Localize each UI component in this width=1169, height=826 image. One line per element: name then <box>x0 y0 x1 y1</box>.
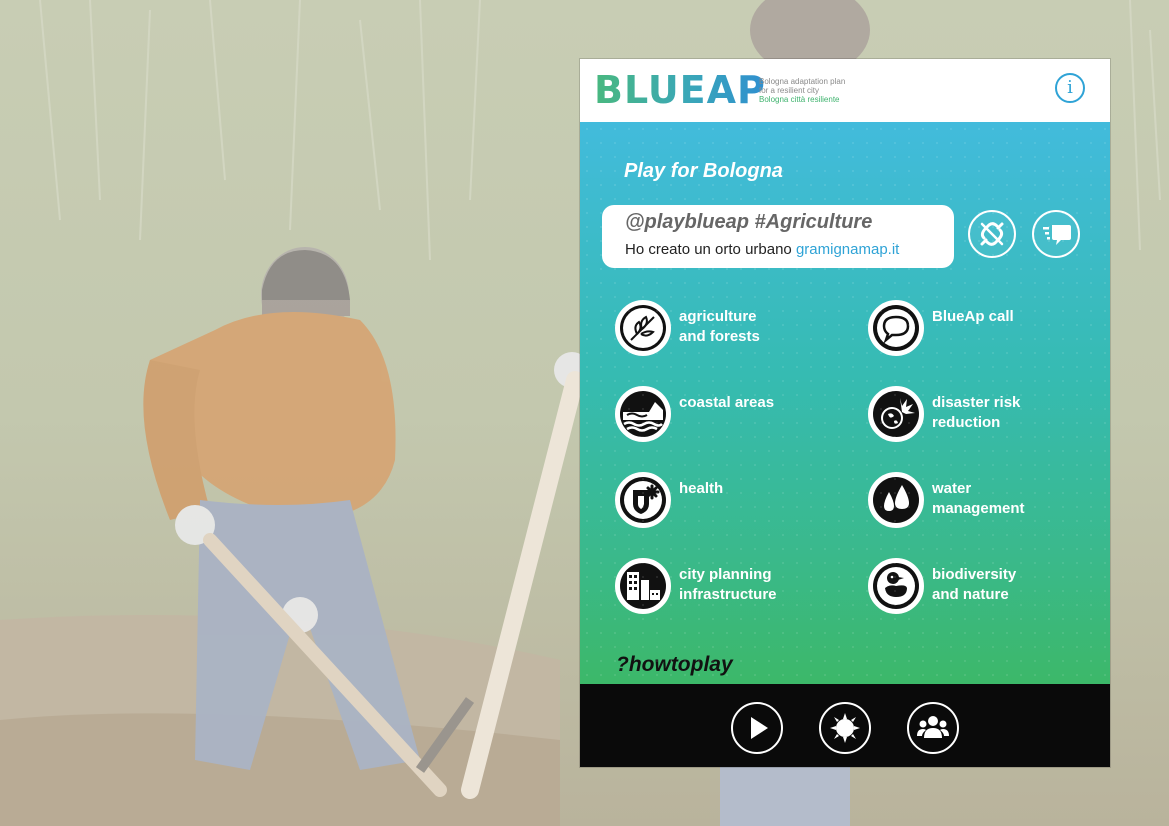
cat-icon-wrap <box>868 386 924 442</box>
category-label-line1: BlueAp call <box>932 308 1014 325</box>
comment-list-button[interactable] <box>1032 210 1080 258</box>
speech-bubble-icon <box>873 305 919 351</box>
category-label: agriculture and forests <box>679 307 799 347</box>
app-header: BLUEAP Bologna adaptation plan for a res… <box>580 59 1110 122</box>
cat-icon-wrap <box>615 300 671 356</box>
info-button[interactable]: i <box>1055 73 1085 103</box>
cat-icon-wrap <box>615 472 671 528</box>
category-label-line1: biodiversity <box>932 566 1017 583</box>
water-drops-icon <box>873 477 919 523</box>
group-button[interactable] <box>907 702 959 754</box>
page-title: Play for Bologna <box>624 160 783 182</box>
category-label-line1: disaster risk <box>932 394 1021 411</box>
cat-icon-wrap <box>868 558 924 614</box>
cat-icon-wrap <box>615 386 671 442</box>
cat-icon-wrap <box>868 300 924 356</box>
unlink-icon <box>980 222 1004 246</box>
category-label: water management <box>932 479 1052 519</box>
app-footer <box>580 684 1110 767</box>
category-label: health <box>679 479 799 499</box>
logo-subtitle-line3: Bologna città resiliente <box>759 95 840 104</box>
sun-icon <box>830 713 860 743</box>
info-icon: i <box>1067 77 1073 98</box>
logo-subtitle-line2: for a resilient city <box>759 86 820 95</box>
waves-icon <box>620 391 666 437</box>
unlink-button[interactable] <box>968 210 1016 258</box>
category-label: city planning infrastructure <box>679 565 799 605</box>
category-label-line2: and nature <box>932 586 1009 603</box>
category-label-line2: infrastructure <box>679 586 777 603</box>
how-to-play-link[interactable]: ?howtoplay <box>616 653 733 677</box>
category-label-line1: water <box>932 480 972 497</box>
play-button[interactable] <box>731 702 783 754</box>
category-label-line2: and forests <box>679 328 760 345</box>
group-icon <box>917 716 949 738</box>
duck-icon <box>873 563 919 609</box>
cat-icon-wrap <box>868 472 924 528</box>
leaf-icon <box>620 305 666 351</box>
play-icon <box>751 717 768 739</box>
category-label-line1: health <box>679 480 724 497</box>
tweet-card[interactable]: @playblueap #Agriculture Ho creato un or… <box>602 205 954 268</box>
tweet-message: Ho creato un orto urbano <box>625 241 796 258</box>
logo-subtitle: Bologna adaptation plan for a resilient … <box>759 77 845 104</box>
category-label: biodiversity and nature <box>932 565 1052 605</box>
tweet-text: Ho creato un orto urbano gramignamap.it <box>625 241 899 258</box>
blueap-logo: BLUEAP <box>594 68 766 112</box>
category-label-line2: reduction <box>932 414 1001 431</box>
app-main: Play for Bologna @playblueap #Agricultur… <box>580 122 1110 684</box>
logo-subtitle-line1: Bologna adaptation plan <box>759 77 846 86</box>
category-label-line1: agriculture <box>679 308 757 325</box>
category-label: BlueAp call <box>932 307 1052 327</box>
buildings-icon <box>620 563 666 609</box>
cat-icon-wrap <box>615 558 671 614</box>
tweet-link[interactable]: gramignamap.it <box>796 241 899 258</box>
blueap-app-panel: BLUEAP Bologna adaptation plan for a res… <box>580 59 1110 767</box>
tweet-hashtag: @playblueap #Agriculture <box>625 211 873 233</box>
comment-list-icon <box>1043 225 1071 245</box>
sun-button[interactable] <box>819 702 871 754</box>
category-label-line1: city planning <box>679 566 772 583</box>
category-label-line2: management <box>932 500 1025 517</box>
category-label-line1: coastal areas <box>679 394 775 411</box>
explosion-icon <box>873 391 919 437</box>
health-icon <box>620 477 666 523</box>
category-label: disaster risk reduction <box>932 393 1052 433</box>
category-label: coastal areas <box>679 393 799 413</box>
